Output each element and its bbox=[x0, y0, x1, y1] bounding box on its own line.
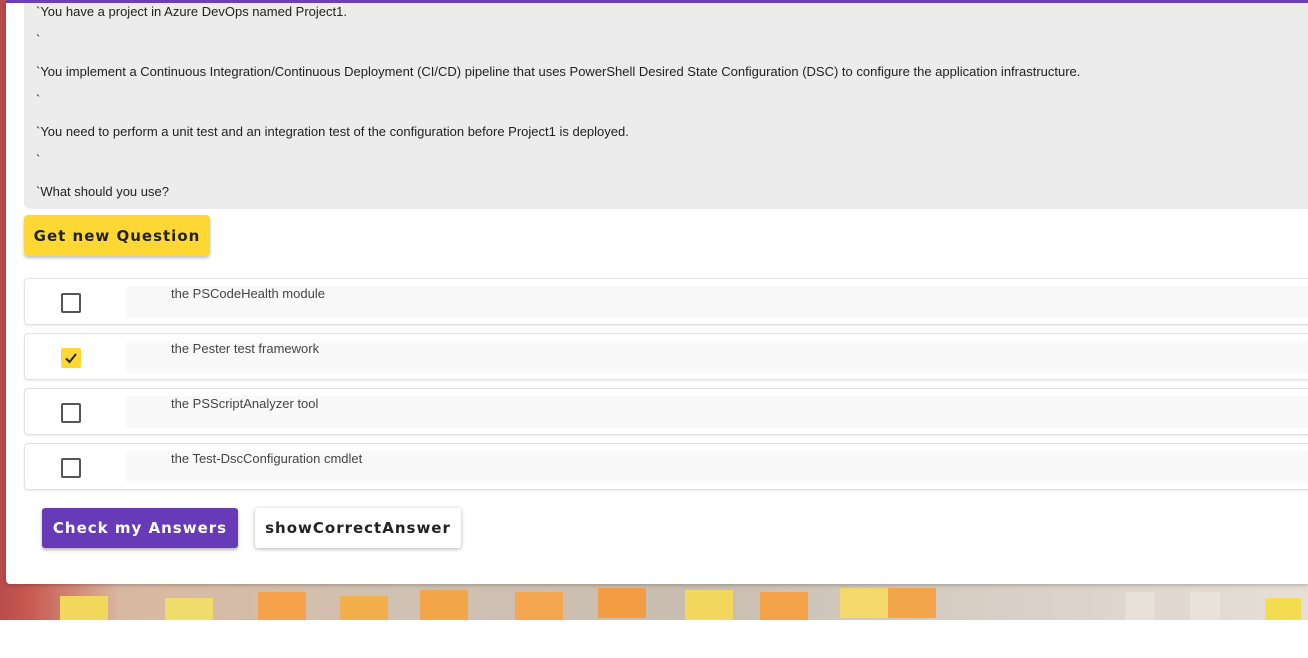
question-line: `You need to perform a unit test and an … bbox=[36, 124, 629, 139]
answer-option[interactable]: the Pester test framework bbox=[24, 333, 1308, 380]
show-correct-answer-button[interactable]: showCorrectAnswer bbox=[255, 508, 461, 548]
question-line: ` bbox=[36, 92, 41, 107]
check-answers-button[interactable]: Check my Answers bbox=[42, 508, 238, 548]
option-label: the PSScriptAnalyzer tool bbox=[171, 396, 319, 411]
question-line: `You implement a Continuous Integration/… bbox=[36, 64, 1081, 79]
get-new-question-button[interactable]: Get new Question bbox=[24, 215, 210, 256]
checkmark-icon bbox=[65, 353, 77, 364]
answer-option[interactable]: the Test-DscConfiguration cmdlet bbox=[24, 443, 1308, 490]
checkbox-checked[interactable] bbox=[61, 348, 81, 368]
question-line: ` bbox=[36, 152, 41, 167]
option-label-box: the PSScriptAnalyzer tool bbox=[126, 396, 1308, 428]
question-line: `What should you use? bbox=[36, 184, 169, 199]
checkbox[interactable] bbox=[61, 458, 81, 478]
checkbox[interactable] bbox=[61, 403, 81, 423]
answer-option[interactable]: the PSCodeHealth module bbox=[24, 278, 1308, 325]
question-line: `You have a project in Azure DevOps name… bbox=[36, 4, 347, 19]
option-label: the Pester test framework bbox=[171, 341, 320, 356]
option-label: the Test-DscConfiguration cmdlet bbox=[171, 451, 363, 466]
option-label-box: the PSCodeHealth module bbox=[126, 286, 1308, 318]
answer-option[interactable]: the PSScriptAnalyzer tool bbox=[24, 388, 1308, 435]
quiz-card: `You have a project in Azure DevOps name… bbox=[6, 0, 1308, 584]
option-label-box: the Test-DscConfiguration cmdlet bbox=[126, 451, 1308, 483]
option-label-box: the Pester test framework bbox=[126, 341, 1308, 373]
question-box: `You have a project in Azure DevOps name… bbox=[24, 3, 1308, 209]
option-label: the PSCodeHealth module bbox=[171, 286, 325, 301]
checkbox[interactable] bbox=[61, 293, 81, 313]
question-line: ` bbox=[36, 32, 41, 47]
